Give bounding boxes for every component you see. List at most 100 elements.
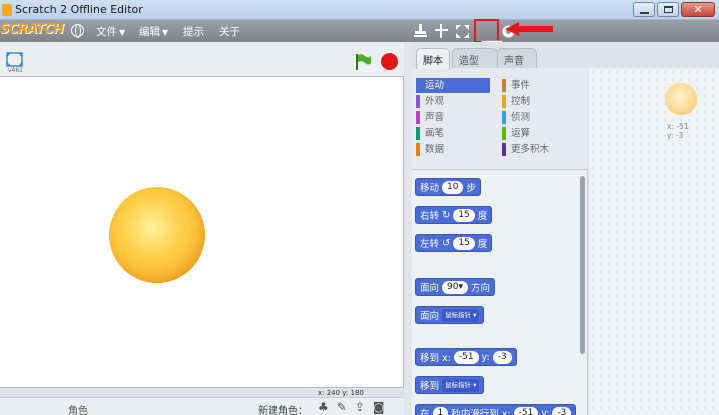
category-pen[interactable]: 画笔 — [416, 126, 444, 141]
menu-about[interactable]: 关于 — [219, 24, 240, 39]
close-icon: ✕ — [693, 3, 703, 16]
point-in-direction-block[interactable]: 面向 90▾ 方向 — [415, 278, 496, 296]
block-label: 度 — [477, 211, 488, 222]
duplicate-tool[interactable] — [412, 23, 429, 39]
green-flag-icon[interactable] — [354, 53, 372, 71]
go-to-block[interactable]: 移到 鼠标指针 ▾ — [415, 376, 485, 394]
category-operators[interactable]: 运算 — [502, 126, 530, 141]
menu-edit[interactable]: 编辑 ▼ — [139, 24, 168, 39]
grow-icon — [456, 24, 469, 38]
seconds-input[interactable]: 1 — [432, 406, 449, 415]
category-control[interactable]: 控制 — [502, 94, 530, 109]
camera-icon[interactable]: ◙ — [373, 400, 385, 414]
category-label: 事件 — [511, 80, 531, 91]
turn-right-block[interactable]: 右转 ↻ 15 度 — [415, 206, 493, 224]
delete-tool[interactable] — [433, 23, 450, 39]
sprite-panel-header: 角色 新建角色： ♣ ✎ ⇪ ◙ — [0, 397, 404, 415]
go-to-xy-block[interactable]: 移到 x: -51 y: -3 — [415, 348, 517, 366]
close-button[interactable]: ✕ — [681, 2, 715, 17]
steps-input[interactable]: 10 — [442, 180, 464, 194]
window-title: Scratch 2 Offline Editor — [15, 3, 143, 16]
sprite-library-icon[interactable]: ♣ — [318, 400, 329, 414]
block-label: 移到 — [420, 381, 440, 392]
scripts-area[interactable]: x: -51 y: -3 — [589, 68, 719, 415]
stop-button[interactable] — [381, 53, 398, 70]
new-sprite-label: 新建角色： — [258, 406, 308, 415]
block-label: 秒内滑行到 x: — [451, 409, 511, 415]
y-input[interactable]: -3 — [492, 350, 512, 364]
target-dropdown[interactable]: 鼠标指针 ▾ — [442, 308, 480, 322]
panel-splitter[interactable] — [404, 42, 412, 415]
tab-scripts[interactable]: 脚本 — [416, 48, 450, 69]
tab-costumes[interactable]: 造型 — [452, 48, 498, 69]
category-label: 画笔 — [425, 128, 445, 139]
target-dropdown[interactable]: 鼠标指针 ▾ — [442, 378, 480, 392]
category-more-blocks[interactable]: 更多积木 — [502, 142, 549, 157]
scissors-icon — [435, 24, 448, 38]
x-input[interactable]: -51 — [453, 350, 479, 364]
block-palette: 运动 事件 外观 控制 声音 侦测 画笔 运算 数据 更多积木 移动 10 步 … — [412, 68, 588, 415]
block-label: 移到 x: — [420, 353, 451, 364]
category-swatch — [502, 95, 506, 108]
category-swatch — [416, 95, 420, 108]
block-categories: 运动 事件 外观 控制 声音 侦测 画笔 运算 数据 更多积木 — [412, 68, 588, 170]
paint-brush-icon[interactable]: ✎ — [337, 400, 347, 414]
stage[interactable] — [0, 76, 404, 388]
menu-file[interactable]: 文件 ▼ — [96, 24, 125, 39]
new-sprite-tools: ♣ ✎ ⇪ ◙ — [318, 400, 385, 414]
rotate-counterclockwise-icon: ↺ — [442, 237, 451, 249]
block-label: y: — [541, 407, 550, 415]
block-label: 步 — [466, 183, 476, 194]
ball-sprite[interactable] — [109, 187, 205, 283]
sprite-x: x: -51 — [667, 122, 689, 131]
degrees-input[interactable]: 15 — [453, 236, 475, 250]
category-label: 运动 — [425, 80, 445, 91]
move-steps-block[interactable]: 移动 10 步 — [415, 178, 481, 196]
maximize-icon — [663, 6, 673, 13]
rotate-clockwise-icon: ↻ — [442, 209, 451, 221]
category-sound[interactable]: 声音 — [416, 110, 444, 125]
category-sensing[interactable]: 侦测 — [502, 110, 530, 125]
y-input[interactable]: -3 — [552, 406, 572, 415]
category-data[interactable]: 数据 — [416, 142, 444, 157]
category-events[interactable]: 事件 — [502, 78, 530, 93]
language-globe-icon[interactable] — [71, 24, 84, 38]
version-label: v461 — [8, 67, 24, 74]
category-looks[interactable]: 外观 — [416, 94, 444, 109]
point-towards-block[interactable]: 面向 鼠标指针 ▾ — [415, 306, 485, 324]
category-swatch — [416, 79, 420, 92]
block-label: 面向 — [420, 283, 440, 294]
menu-tips[interactable]: 提示 — [183, 24, 204, 39]
category-label: 声音 — [425, 112, 445, 123]
menu-edit-label: 编辑 — [139, 26, 160, 38]
chevron-down-icon: ▼ — [119, 28, 126, 37]
category-swatch — [502, 127, 506, 140]
block-label: 右转 — [420, 211, 440, 222]
block-label: 面向 — [420, 311, 440, 322]
turn-left-block[interactable]: 左转 ↺ 15 度 — [415, 234, 493, 252]
block-label: 在 — [420, 409, 430, 415]
category-swatch — [502, 79, 506, 92]
category-label: 侦测 — [511, 112, 531, 123]
minimize-button[interactable] — [633, 2, 655, 17]
degrees-input[interactable]: 15 — [453, 208, 475, 222]
category-label: 控制 — [511, 96, 531, 107]
mouse-coordinates: x: 240 y: 180 — [318, 389, 364, 397]
tab-sounds[interactable]: 声音 — [497, 48, 537, 69]
block-label: 移动 — [420, 183, 440, 194]
category-label: 外观 — [425, 96, 445, 107]
scratch-logo[interactable]: SCRATCH — [0, 22, 64, 37]
annotation-arrow-icon — [505, 22, 553, 36]
editor-tabs: 脚本 造型 声音 — [412, 42, 719, 69]
direction-input[interactable]: 90▾ — [442, 280, 468, 294]
presentation-mode-icon[interactable] — [6, 52, 23, 67]
x-input[interactable]: -51 — [513, 406, 539, 415]
glide-block[interactable]: 在 1 秒内滑行到 x: -51 y: -3 — [415, 404, 577, 415]
category-motion[interactable]: 运动 — [416, 78, 490, 93]
upload-icon[interactable]: ⇪ — [355, 400, 365, 414]
window-controls: ✕ — [633, 2, 715, 17]
palette-scrollbar[interactable] — [580, 176, 585, 354]
grow-tool[interactable] — [454, 23, 471, 39]
menu-file-label: 文件 — [96, 26, 117, 38]
maximize-button[interactable] — [657, 2, 679, 17]
